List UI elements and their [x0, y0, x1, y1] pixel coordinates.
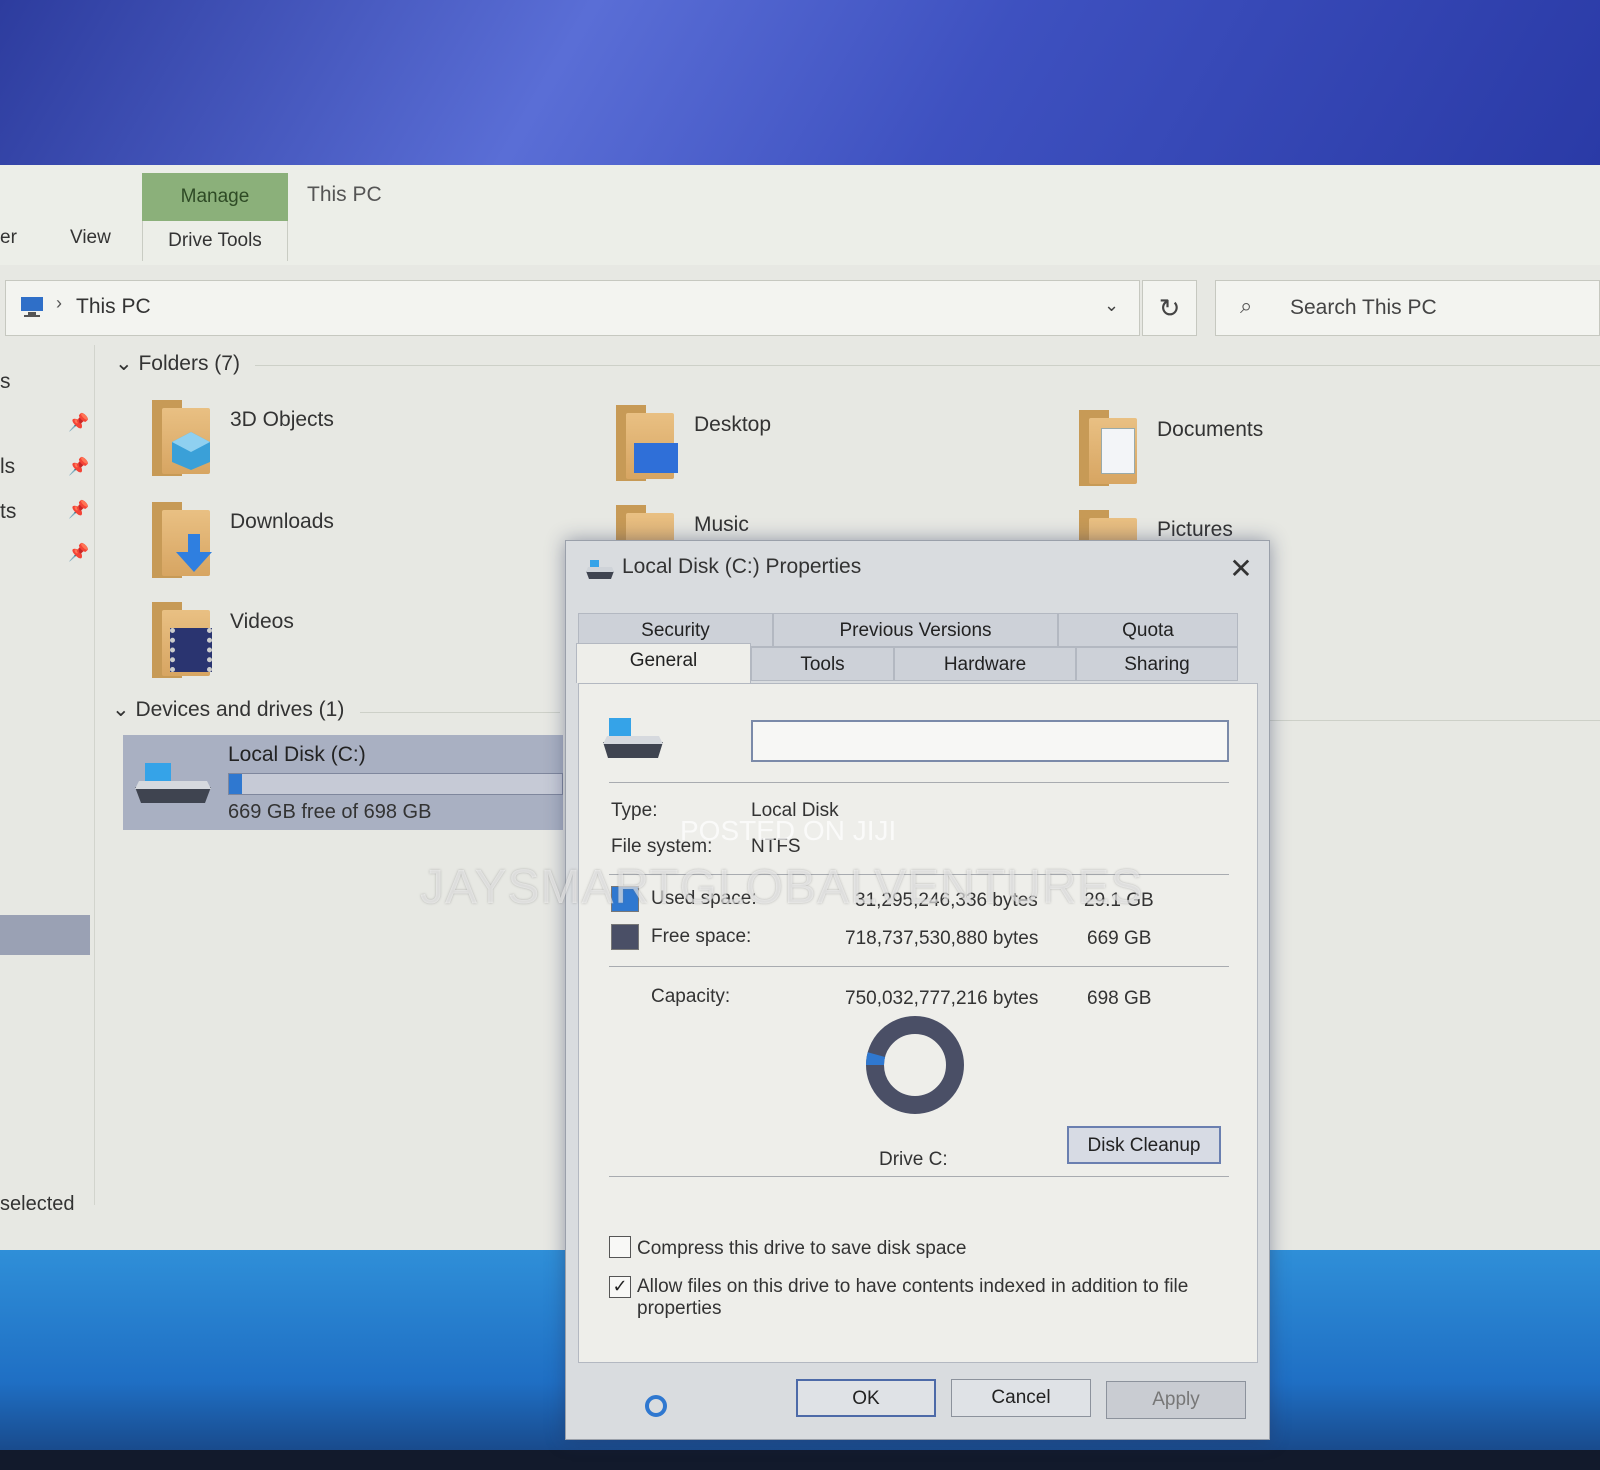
drive-label-input[interactable] [751, 720, 1229, 762]
pin-icon[interactable]: 📌 [68, 500, 89, 520]
search-icon: ⌕ [1240, 293, 1253, 318]
taskbar [0, 1450, 1600, 1470]
dialog-title: Local Disk (C:) Properties [622, 555, 862, 578]
folders-group-label: Folders (7) [138, 352, 240, 375]
address-bar[interactable]: › This PC ⌄ [5, 280, 1140, 336]
folders-group-header[interactable]: ⌄ Folders (7) [115, 351, 240, 376]
ribbon-tab-view[interactable]: View [70, 227, 111, 249]
group-divider [255, 365, 1600, 366]
free-space-label: Free space: [651, 926, 752, 947]
separator [609, 1176, 1229, 1177]
hard-drive-icon [135, 763, 211, 803]
drive-icon [603, 718, 663, 758]
separator [609, 782, 1229, 783]
tab-general[interactable]: General [576, 643, 751, 683]
breadcrumb-this-pc[interactable]: This PC [76, 295, 151, 319]
desktop-wallpaper-top [0, 0, 1600, 175]
folder-label: Desktop [694, 413, 772, 436]
window-title: This PC [307, 183, 382, 206]
index-label-line2: properties [637, 1298, 722, 1319]
search-placeholder: Search This PC [1290, 296, 1437, 319]
status-bar-text: selected [0, 1193, 75, 1215]
tab-quota[interactable]: Quota [1058, 613, 1238, 647]
separator [609, 874, 1229, 875]
properties-dialog: Local Disk (C:) Properties ✕ Security Pr… [565, 540, 1270, 1440]
busy-cursor-icon [645, 1395, 667, 1417]
drive-usage-bar [228, 773, 563, 795]
folder-videos-icon [148, 602, 212, 678]
folder-documents-icon [1075, 410, 1139, 486]
devices-group-label: Devices and drives (1) [135, 698, 345, 721]
file-system-value: NTFS [751, 836, 801, 857]
close-icon[interactable]: ✕ [1221, 549, 1261, 589]
type-value: Local Disk [751, 800, 839, 821]
type-label: Type: [611, 800, 658, 821]
address-dropdown-icon[interactable]: ⌄ [1104, 295, 1119, 316]
folder-label: Documents [1157, 418, 1264, 441]
compress-checkbox[interactable] [609, 1236, 631, 1258]
used-space-label: Used space: [651, 888, 757, 909]
donut-free-segment [866, 1016, 964, 1114]
compress-label: Compress this drive to save disk space [637, 1238, 967, 1259]
tab-hardware[interactable]: Hardware [894, 647, 1076, 681]
ribbon-tab-partial[interactable]: er [0, 227, 17, 249]
capacity-gb: 698 GB [1087, 988, 1152, 1009]
used-space-gb: 29.1 GB [1084, 890, 1154, 911]
free-space-gb: 669 GB [1087, 928, 1152, 949]
free-space-bytes: 718,737,530,880 bytes [845, 928, 1039, 949]
used-space-swatch [611, 886, 639, 912]
capacity-bytes: 750,032,777,216 bytes [845, 988, 1039, 1009]
file-system-label: File system: [611, 836, 713, 857]
disk-cleanup-button[interactable]: Disk Cleanup [1067, 1126, 1221, 1164]
nav-item-partial[interactable]: ts [0, 500, 16, 524]
devices-group-header[interactable]: ⌄ Devices and drives (1) [112, 697, 344, 722]
folder-label: 3D Objects [230, 408, 334, 431]
nav-item-partial[interactable]: s [0, 370, 11, 394]
ribbon-tab-manage-header: Manage [142, 173, 288, 221]
refresh-icon[interactable]: ↻ [1142, 280, 1197, 336]
general-tab-panel: Type: Local Disk File system: NTFS Used … [578, 683, 1258, 1363]
cancel-button[interactable]: Cancel [951, 1379, 1091, 1417]
pin-icon[interactable]: 📌 [68, 457, 89, 477]
folder-desktop-icon [612, 405, 678, 481]
folder-downloads-icon [148, 502, 212, 578]
ok-button[interactable]: OK [796, 1379, 936, 1417]
ribbon: er View Manage Drive Tools This PC [0, 165, 1600, 265]
apply-button[interactable]: Apply [1106, 1381, 1246, 1419]
tab-tools[interactable]: Tools [751, 647, 894, 681]
pin-icon[interactable]: 📌 [68, 413, 89, 433]
folder-label: Pictures [1157, 518, 1233, 541]
group-divider [1270, 720, 1600, 721]
navigation-pane: s 📌 ls 📌 ts 📌 📌 [0, 345, 95, 1205]
drive-free-space: 669 GB free of 698 GB [228, 801, 432, 823]
nav-item-partial[interactable]: ls [0, 455, 15, 479]
drive-tile-local-disk-c[interactable]: Local Disk (C:) 669 GB free of 698 GB [123, 735, 563, 830]
breadcrumb-chevron-icon: › [56, 293, 62, 313]
this-pc-icon [21, 297, 43, 317]
ribbon-tab-drive-tools[interactable]: Drive Tools [142, 221, 288, 261]
separator [609, 966, 1229, 967]
folder-label: Videos [230, 610, 294, 633]
used-space-bytes: 31,295,246,336 bytes [855, 890, 1038, 911]
folder-label: Music [694, 513, 749, 536]
disk-usage-donut [866, 1016, 964, 1114]
drive-usage-fill [229, 774, 243, 794]
folder-label: Downloads [230, 510, 334, 533]
folder-3d-objects-icon [148, 400, 212, 476]
capacity-label: Capacity: [651, 986, 731, 1007]
tab-previous-versions[interactable]: Previous Versions [773, 613, 1058, 647]
drive-icon [586, 560, 614, 579]
tab-sharing[interactable]: Sharing [1076, 647, 1238, 681]
index-label-line1: Allow files on this drive to have conten… [637, 1276, 1189, 1297]
drive-name: Local Disk (C:) [228, 743, 366, 766]
drive-letter-label: Drive C: [879, 1149, 948, 1170]
tab-security[interactable]: Security [578, 613, 773, 647]
pin-icon[interactable]: 📌 [68, 543, 89, 563]
group-divider [360, 712, 560, 713]
free-space-swatch [611, 924, 639, 950]
nav-item-selected[interactable] [0, 915, 90, 955]
index-checkbox[interactable]: ✓ [609, 1276, 631, 1298]
search-input[interactable]: ⌕ Search This PC [1215, 280, 1600, 336]
